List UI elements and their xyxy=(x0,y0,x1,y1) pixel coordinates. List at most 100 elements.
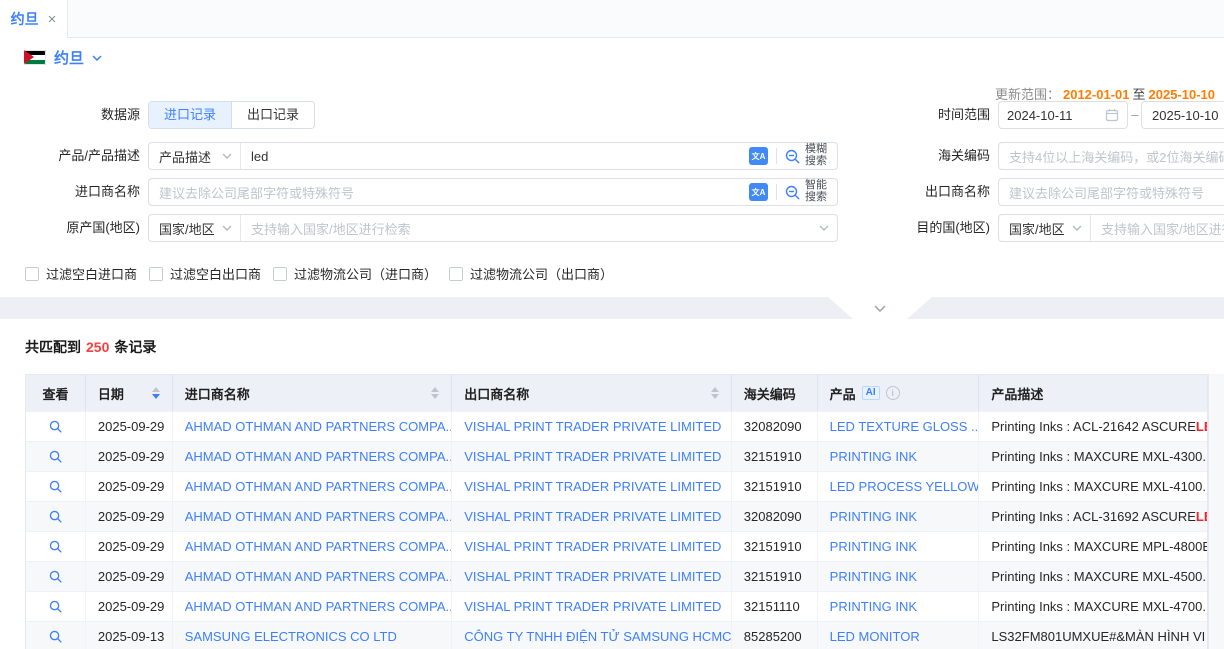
magnifier-icon[interactable] xyxy=(48,479,63,494)
exporter-link[interactable]: VISHAL PRINT TRADER PRIVATE LIMITED xyxy=(464,449,721,464)
origin-country-label: 原产国(地区) xyxy=(0,214,140,242)
view-button[interactable] xyxy=(26,532,86,561)
importer-link[interactable]: AHMAD OTHMAN AND PARTNERS COMPA... xyxy=(185,449,452,464)
translate-icon[interactable] xyxy=(749,183,768,201)
table-row: 2025-09-13SAMSUNG ELECTRONICS CO LTDCÔNG… xyxy=(26,621,1207,649)
exporter-link[interactable]: VISHAL PRINT TRADER PRIVATE LIMITED xyxy=(464,539,721,554)
importer-link[interactable]: AHMAD OTHMAN AND PARTNERS COMPA... xyxy=(185,599,452,614)
fuzzy-search-button[interactable]: 模糊搜索 xyxy=(784,144,831,167)
product-search-input[interactable]: led xyxy=(241,149,749,164)
exporter-label: 出口商名称 xyxy=(850,178,990,206)
origin-country-select[interactable]: 国家/地区 xyxy=(149,215,241,241)
exporter-link[interactable]: VISHAL PRINT TRADER PRIVATE LIMITED xyxy=(464,419,721,434)
checkbox-icon[interactable] xyxy=(449,267,463,281)
tab-export-records[interactable]: 出口记录 xyxy=(231,102,314,128)
sort-control[interactable] xyxy=(431,387,439,399)
exporter-link[interactable]: VISHAL PRINT TRADER PRIVATE LIMITED xyxy=(464,599,721,614)
view-button[interactable] xyxy=(26,412,86,441)
chevron-down-icon xyxy=(874,305,886,312)
checkbox-filter-blank-importer[interactable]: 过滤空白进口商 xyxy=(25,264,137,283)
filter-checkboxes: 过滤空白进口商 过滤空白出口商 过滤物流公司（进口商） 过滤物流公司（出口商） xyxy=(25,264,613,283)
origin-country-input[interactable]: 支持输入国家/地区进行检索 xyxy=(241,219,819,238)
importer-cell: AHMAD OTHMAN AND PARTNERS COMPA... xyxy=(173,502,453,531)
table-row: 2025-09-29AHMAD OTHMAN AND PARTNERS COMP… xyxy=(26,471,1207,501)
column-header-view: 查看 xyxy=(26,375,86,411)
tab-jordan[interactable]: 约旦 × xyxy=(0,0,68,38)
tab-close-icon[interactable]: × xyxy=(48,12,57,27)
view-button[interactable] xyxy=(26,442,86,471)
product-link[interactable]: LED TEXTURE GLOSS ... xyxy=(830,419,979,434)
tab-import-records[interactable]: 进口记录 xyxy=(149,102,231,128)
update-range-end: 2025-10-10 xyxy=(1146,87,1219,102)
info-icon[interactable] xyxy=(886,386,900,400)
product-link[interactable]: LED MONITOR xyxy=(830,629,920,644)
exporter-link[interactable]: CÔNG TY TNHH ĐIỆN TỬ SAMSUNG HCMC... xyxy=(464,629,731,644)
exporter-cell: VISHAL PRINT TRADER PRIVATE LIMITED xyxy=(452,472,732,501)
exporter-link[interactable]: VISHAL PRINT TRADER PRIVATE LIMITED xyxy=(464,569,721,584)
magnifier-icon[interactable] xyxy=(48,629,63,644)
magnifier-minus-icon xyxy=(784,184,801,201)
dest-country-input[interactable]: 支持输入国家/地区进行检索 xyxy=(1091,219,1224,238)
importer-link[interactable]: AHMAD OTHMAN AND PARTNERS COMPA... xyxy=(185,509,452,524)
product-link[interactable]: PRINTING INK xyxy=(830,599,917,614)
exporter-link[interactable]: VISHAL PRINT TRADER PRIVATE LIMITED xyxy=(464,509,721,524)
sort-control[interactable] xyxy=(711,387,719,399)
view-button[interactable] xyxy=(26,622,86,649)
checkbox-filter-blank-exporter[interactable]: 过滤空白出口商 xyxy=(149,264,261,283)
exporter-placeholder: 建议去除公司尾部字符或特殊符号 xyxy=(999,183,1224,202)
checkbox-icon[interactable] xyxy=(25,267,39,281)
view-button[interactable] xyxy=(26,562,86,591)
dest-country-select[interactable]: 国家/地区 xyxy=(999,215,1091,241)
product-link[interactable]: PRINTING INK xyxy=(830,569,917,584)
view-button[interactable] xyxy=(26,592,86,621)
product-type-value: 产品描述 xyxy=(159,147,211,166)
importer-link[interactable]: AHMAD OTHMAN AND PARTNERS COMPA... xyxy=(185,569,452,584)
column-header-exporter[interactable]: 出口商名称 xyxy=(452,375,732,411)
exporter-cell: VISHAL PRINT TRADER PRIVATE LIMITED xyxy=(452,532,732,561)
exporter-cell: VISHAL PRINT TRADER PRIVATE LIMITED xyxy=(452,502,732,531)
checkbox-filter-logistics-exporter[interactable]: 过滤物流公司（出口商） xyxy=(449,264,613,283)
importer-link[interactable]: AHMAD OTHMAN AND PARTNERS COMPA... xyxy=(185,479,452,494)
column-header-date[interactable]: 日期 xyxy=(86,375,173,411)
end-date-input[interactable]: 2025-10-10 xyxy=(1141,101,1224,129)
view-button[interactable] xyxy=(26,502,86,531)
exporter-input[interactable]: 建议去除公司尾部字符或特殊符号 xyxy=(998,178,1224,206)
magnifier-icon[interactable] xyxy=(48,509,63,524)
product-link[interactable]: LED PROCESS YELLOW... xyxy=(830,479,979,494)
magnifier-icon[interactable] xyxy=(48,599,63,614)
checkbox-icon[interactable] xyxy=(273,267,287,281)
importer-input[interactable]: 建议去除公司尾部字符或特殊符号 xyxy=(149,183,749,202)
translate-icon[interactable] xyxy=(749,147,768,165)
divider xyxy=(776,148,777,164)
exporter-link[interactable]: VISHAL PRINT TRADER PRIVATE LIMITED xyxy=(464,479,721,494)
start-date-input[interactable]: 2024-10-11 xyxy=(998,101,1128,129)
hs-code-cell: 32082090 xyxy=(732,502,818,531)
magnifier-icon[interactable] xyxy=(48,419,63,434)
date-cell: 2025-09-29 xyxy=(86,442,173,471)
importer-link[interactable]: AHMAD OTHMAN AND PARTNERS COMPA... xyxy=(185,419,452,434)
country-selector[interactable]: 约旦 xyxy=(24,47,102,68)
magnifier-icon[interactable] xyxy=(48,449,63,464)
product-link[interactable]: PRINTING INK xyxy=(830,539,917,554)
view-button[interactable] xyxy=(26,472,86,501)
magnifier-icon[interactable] xyxy=(48,539,63,554)
product-type-select[interactable]: 产品描述 xyxy=(149,143,241,169)
product-link[interactable]: PRINTING INK xyxy=(830,449,917,464)
smart-search-button[interactable]: 智能搜索 xyxy=(784,180,831,203)
checkbox-filter-logistics-importer[interactable]: 过滤物流公司（进口商） xyxy=(273,264,437,283)
hs-code-cell: 85285200 xyxy=(732,622,818,649)
checkbox-icon[interactable] xyxy=(149,267,163,281)
column-header-importer[interactable]: 进口商名称 xyxy=(173,375,453,411)
importer-link[interactable]: AHMAD OTHMAN AND PARTNERS COMPA... xyxy=(185,539,452,554)
column-header-product: 产品 AI xyxy=(818,375,980,411)
product-cell: LED PROCESS YELLOW... xyxy=(818,472,980,501)
vertical-scrollbar[interactable] xyxy=(1208,374,1224,649)
product-link[interactable]: PRINTING INK xyxy=(830,509,917,524)
results-table: 查看 日期 进口商名称 出口商名称 海关编码 产品 AI 产品描述 2025-0… xyxy=(25,374,1208,649)
importer-link[interactable]: SAMSUNG ELECTRONICS CO LTD xyxy=(185,629,397,644)
sort-control[interactable] xyxy=(152,387,160,399)
magnifier-icon[interactable] xyxy=(48,569,63,584)
column-header-description: 产品描述 xyxy=(979,375,1207,411)
hs-code-input[interactable]: 支持4位以上海关编码，或2位海关编码加 xyxy=(998,142,1224,170)
description-cell: LS32FM801UMXUE#&MÀN HÌNH VI ... xyxy=(979,622,1207,649)
